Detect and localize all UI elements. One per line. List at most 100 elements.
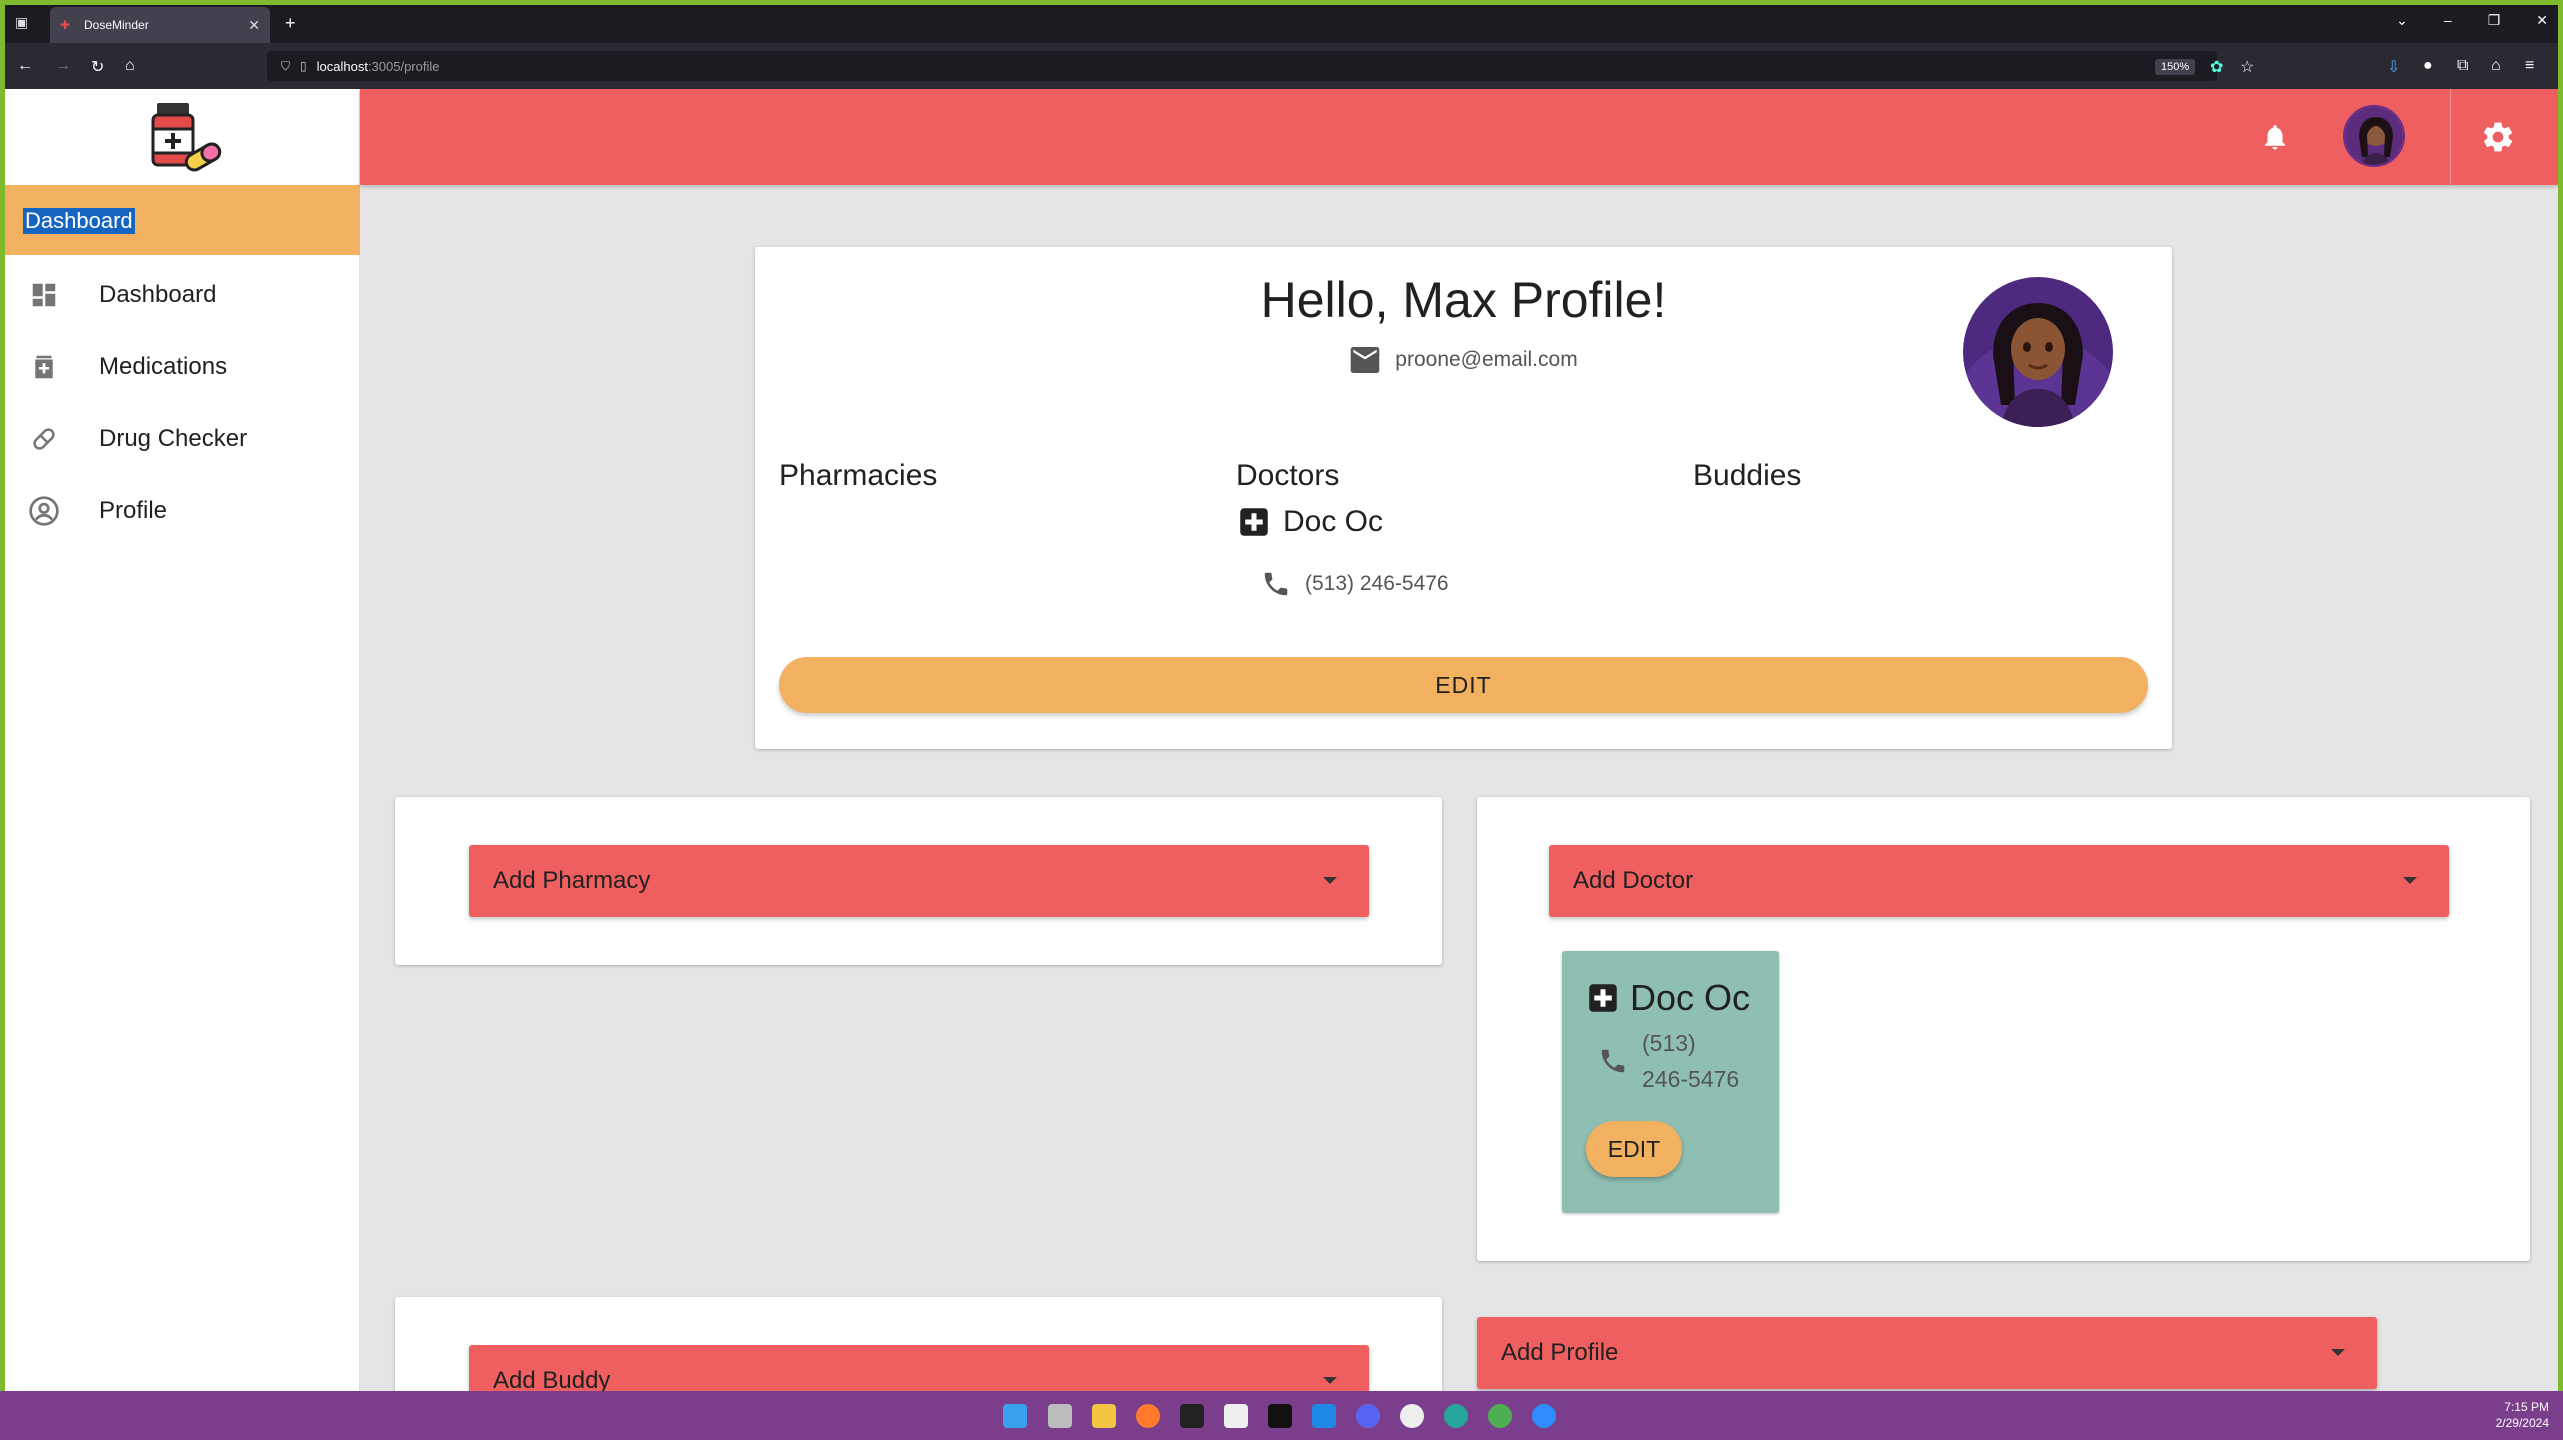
doctor-card-name-row: Doc Oc <box>1588 977 1750 1019</box>
url-path: :3005/profile <box>367 58 440 74</box>
sync-icon[interactable]: ⌂ <box>2491 57 2501 75</box>
zoom-level[interactable]: 150% <box>2155 59 2196 75</box>
buddy-card: Add Buddy <box>395 1297 1442 1391</box>
discord-icon[interactable] <box>1356 1404 1380 1428</box>
email-row: proone@email.com <box>755 347 2172 373</box>
app-favicon-icon: ✚ <box>60 18 71 32</box>
app-icon[interactable] <box>1268 1404 1292 1428</box>
firefox-icon[interactable] <box>1136 1404 1160 1428</box>
download-icon[interactable]: ⇩ <box>2387 57 2400 77</box>
forward-icon[interactable]: → <box>55 57 71 75</box>
file-explorer-icon[interactable] <box>1092 1404 1116 1428</box>
active-page-label: Dashboard <box>23 208 135 234</box>
zoom-app-icon[interactable] <box>1532 1404 1556 1428</box>
menu-icon[interactable]: ≡ <box>2525 57 2534 75</box>
active-page-header: Dashboard <box>5 185 360 255</box>
doctor-card-phone-part1: (513) <box>1642 1030 1696 1056</box>
back-icon[interactable]: ← <box>17 57 33 75</box>
add-buddy-select[interactable]: Add Buddy <box>469 1345 1369 1391</box>
account-icon[interactable]: ● <box>2423 57 2433 75</box>
doctor-card: Doc Oc (513) 246-5476 EDIT <box>1562 951 1779 1213</box>
extension-icon[interactable]: ✿ <box>2210 57 2223 77</box>
doctor-name: Doc Oc <box>1283 505 1384 538</box>
browser-tab[interactable]: ✚ DoseMinder ✕ <box>50 7 270 43</box>
sidebar-item-label: Drug Checker <box>99 425 248 452</box>
email-icon <box>1350 347 1380 373</box>
extensions-icon[interactable]: ⧉ <box>2457 57 2468 75</box>
doctor-entry: Doc Oc <box>1239 505 1383 539</box>
clock-time: 7:15 PM <box>2504 1400 2549 1414</box>
doctor-card-phone-row: (513) 246-5476 <box>1598 1025 1739 1097</box>
buddies-heading: Buddies <box>1693 459 1802 492</box>
sidebar-item-drug-checker[interactable]: Drug Checker <box>5 409 360 469</box>
app-icon[interactable] <box>1444 1404 1468 1428</box>
header-divider <box>2450 89 2451 185</box>
address-bar[interactable]: ⛉ ▯ localhost:3005/profile <box>267 51 2217 81</box>
pharmacy-card: Add Pharmacy <box>395 797 1442 965</box>
profile-card: Hello, Max Profile! proone@email.com Pha… <box>755 247 2172 749</box>
add-pharmacy-label: Add Pharmacy <box>493 867 651 894</box>
vscode-icon[interactable] <box>1312 1404 1336 1428</box>
account-circle-icon <box>27 494 61 528</box>
clock-date: 2/29/2024 <box>2495 1416 2549 1430</box>
sidebar-item-label: Profile <box>99 497 168 524</box>
medical-cross-icon <box>1589 984 1617 1012</box>
url-host: localhost <box>316 58 368 74</box>
bookmark-star-icon[interactable]: ☆ <box>2240 57 2254 77</box>
terminal-icon[interactable] <box>1180 1404 1204 1428</box>
system-clock[interactable]: 7:15 PM 2/29/2024 <box>2496 1399 2549 1431</box>
add-doctor-select[interactable]: Add Doctor <box>1549 845 2449 917</box>
chevron-down-icon[interactable]: ⌄ <box>2396 12 2408 29</box>
app-icon[interactable] <box>1488 1404 1512 1428</box>
chevron-down-icon <box>2403 877 2417 884</box>
settings-gear-icon[interactable] <box>2480 119 2516 155</box>
tab-list-icon[interactable]: ▣ <box>15 14 28 31</box>
doctor-phone-row: (513) 246-5476 <box>1261 569 1449 599</box>
email-text: proone@email.com <box>1395 348 1578 371</box>
minimize-icon[interactable]: – <box>2444 12 2452 29</box>
chevron-down-icon <box>1323 877 1337 884</box>
add-profile-label: Add Profile <box>1501 1339 1619 1366</box>
tab-title: DoseMinder <box>84 18 149 32</box>
sidebar: Dashboard Dashboard Medications Drug Che… <box>5 89 360 1391</box>
greeting-title: Hello, Max Profile! <box>1260 272 1667 328</box>
app-logo-icon[interactable] <box>145 99 225 179</box>
sidebar-item-label: Medications <box>99 353 228 380</box>
medical-cross-icon <box>1240 508 1268 536</box>
edit-doctor-button[interactable]: EDIT <box>1586 1121 1682 1177</box>
sidebar-item-dashboard[interactable]: Dashboard <box>5 265 360 325</box>
add-buddy-label: Add Buddy <box>493 1367 611 1391</box>
close-window-icon[interactable]: ✕ <box>2536 12 2548 29</box>
os-taskbar: 7:15 PM 2/29/2024 <box>0 1391 2563 1440</box>
home-icon[interactable]: ⌂ <box>125 57 135 75</box>
reload-icon[interactable]: ↻ <box>91 57 104 77</box>
start-icon[interactable] <box>1003 1404 1027 1428</box>
new-tab-icon[interactable]: + <box>285 13 296 34</box>
doctor-card-name: Doc Oc <box>1630 977 1751 1018</box>
app-icon[interactable] <box>1400 1404 1424 1428</box>
notification-bell-icon[interactable] <box>2260 119 2290 155</box>
medication-icon <box>27 350 61 384</box>
tab-bar: ▣ ✚ DoseMinder ✕ + ⌄ – ❐ ✕ <box>5 5 2558 43</box>
page-icon: ▯ <box>300 59 307 73</box>
edit-profile-button[interactable]: EDIT <box>779 657 2148 713</box>
doctor-card-phone-part2: 246-5476 <box>1642 1066 1740 1092</box>
profile-avatar <box>1963 277 2113 427</box>
task-view-icon[interactable] <box>1048 1404 1072 1428</box>
window-controls: ⌄ – ❐ ✕ <box>2396 12 2548 29</box>
doctors-heading: Doctors <box>1236 459 1340 492</box>
browser-window: ▣ ✚ DoseMinder ✕ + ⌄ – ❐ ✕ ← → ↻ ⌂ ⛉ ▯ l… <box>5 5 2558 1391</box>
doctor-phone: (513) 246-5476 <box>1305 572 1449 595</box>
restore-icon[interactable]: ❐ <box>2488 12 2501 29</box>
app-header <box>360 89 2558 185</box>
sidebar-item-profile[interactable]: Profile <box>5 481 360 541</box>
sidebar-item-medications[interactable]: Medications <box>5 337 360 397</box>
user-avatar[interactable] <box>2343 105 2405 167</box>
app-icon[interactable] <box>1224 1404 1248 1428</box>
pharmacies-heading: Pharmacies <box>779 459 938 492</box>
add-profile-select[interactable]: Add Profile <box>1477 1317 2377 1389</box>
dashboard-icon <box>27 278 61 312</box>
close-tab-icon[interactable]: ✕ <box>248 17 260 34</box>
shield-icon: ⛉ <box>281 58 291 73</box>
add-pharmacy-select[interactable]: Add Pharmacy <box>469 845 1369 917</box>
